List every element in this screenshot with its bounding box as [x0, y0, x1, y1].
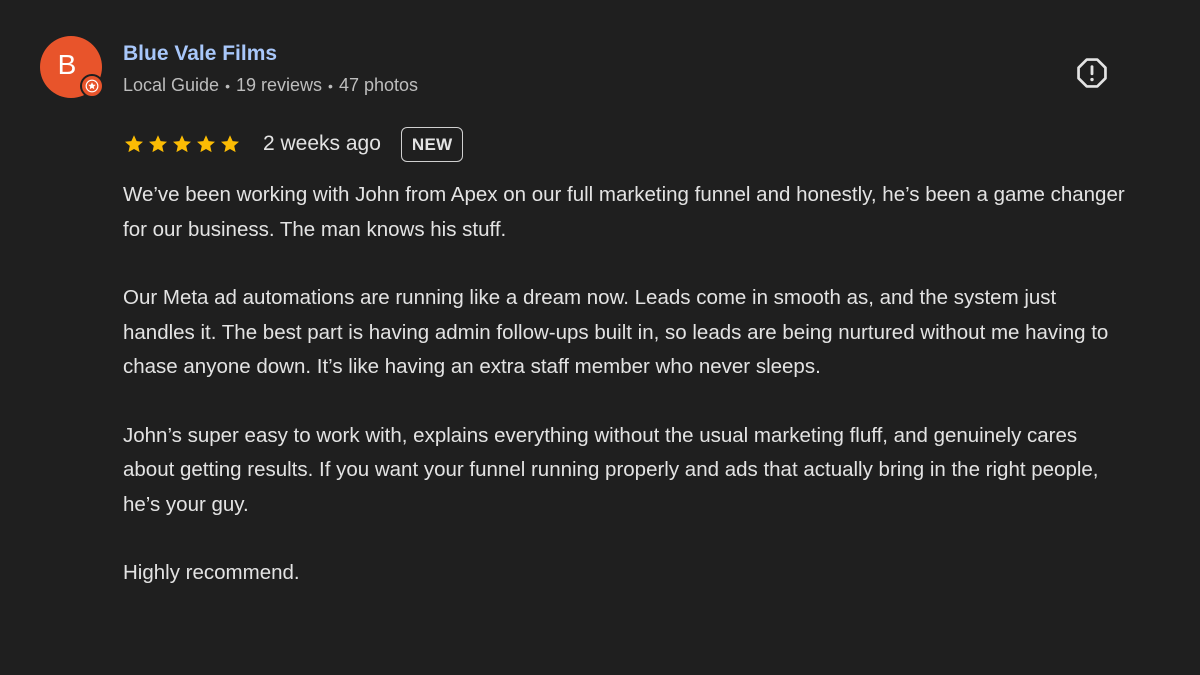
- review-paragraph: John’s super easy to work with, explains…: [123, 423, 1099, 516]
- separator-dot: •: [225, 77, 230, 94]
- star-rating: [123, 133, 241, 155]
- photos-count: 47 photos: [338, 75, 419, 95]
- star-icon: [221, 135, 239, 153]
- avatar-letter: B: [57, 49, 77, 80]
- separator-dot: •: [328, 77, 333, 94]
- local-guide-star-icon: [80, 74, 104, 98]
- new-badge: NEW: [400, 126, 464, 162]
- report-button[interactable]: [1074, 55, 1110, 91]
- report-flag-icon: [1077, 58, 1107, 88]
- star-icon: [125, 135, 143, 153]
- review-text: We’ve been working with John from Apex o…: [123, 178, 1133, 591]
- review-paragraph: We’ve been working with John from Apex o…: [123, 183, 1125, 241]
- reviews-count: 19 reviews: [235, 75, 323, 95]
- review-card: B Blue Vale Films Local Guide • 19 revie…: [40, 36, 1140, 656]
- star-icon: [149, 135, 167, 153]
- local-guide-label: Local Guide: [123, 75, 220, 95]
- star-icon: [173, 135, 191, 153]
- avatar[interactable]: B: [40, 36, 104, 98]
- star-icon: [197, 135, 215, 153]
- author-name[interactable]: Blue Vale Films: [123, 42, 277, 66]
- review-paragraph: Highly recommend.: [123, 561, 300, 584]
- rating-row: 2 weeks ago NEW: [123, 124, 464, 164]
- author-meta: Local Guide • 19 reviews • 47 photos: [123, 75, 418, 96]
- review-paragraph: Our Meta ad automations are running like…: [123, 286, 1109, 378]
- review-time: 2 weeks ago: [263, 132, 381, 155]
